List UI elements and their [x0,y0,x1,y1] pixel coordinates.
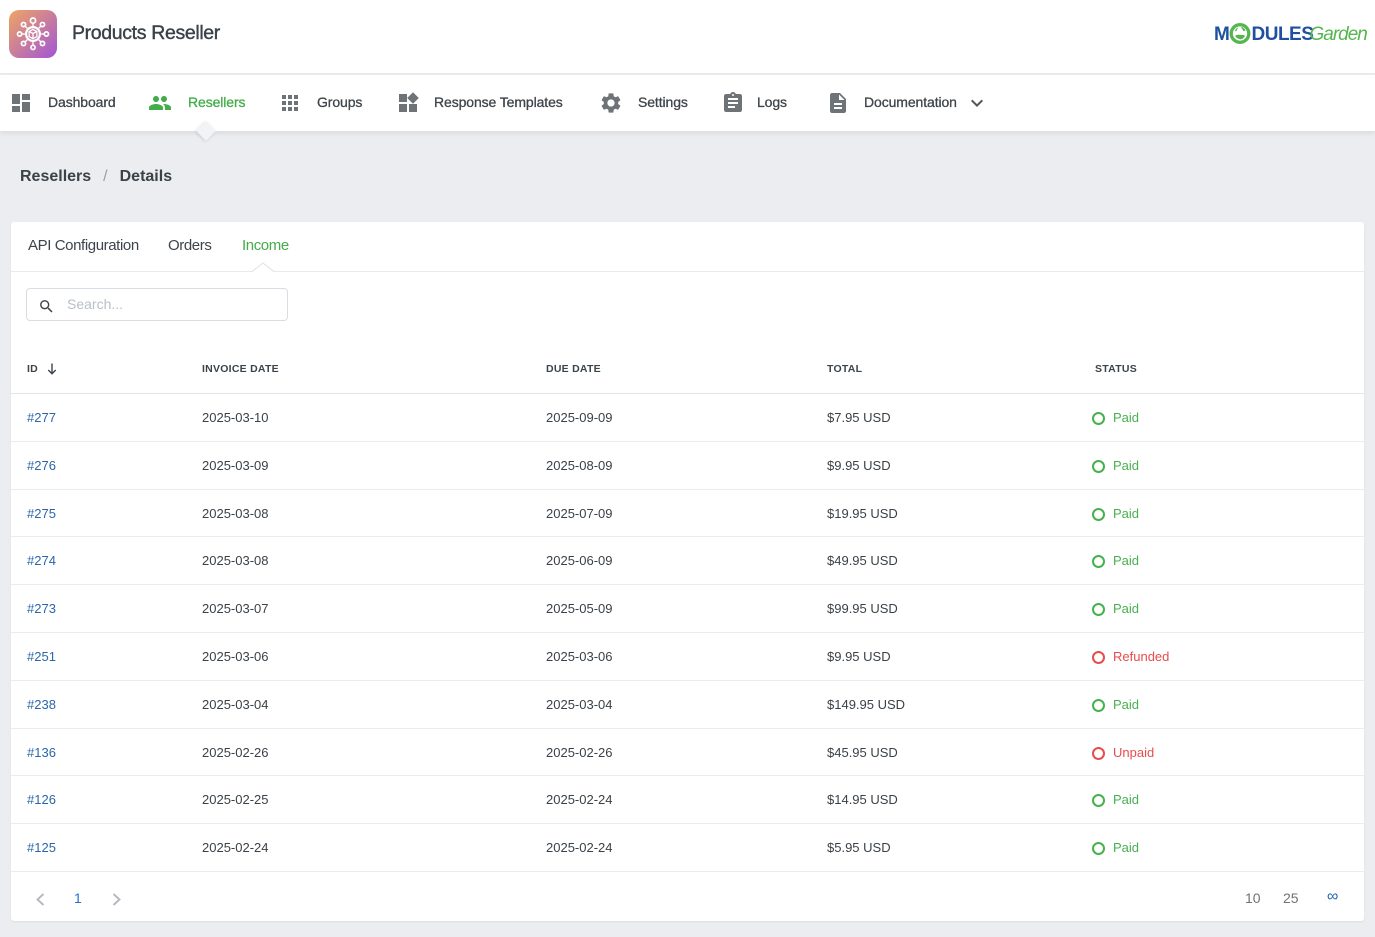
svg-text:DULES: DULES [1252,24,1314,45]
svg-text:M: M [1214,24,1229,45]
svg-text:Garden: Garden [1310,24,1368,45]
